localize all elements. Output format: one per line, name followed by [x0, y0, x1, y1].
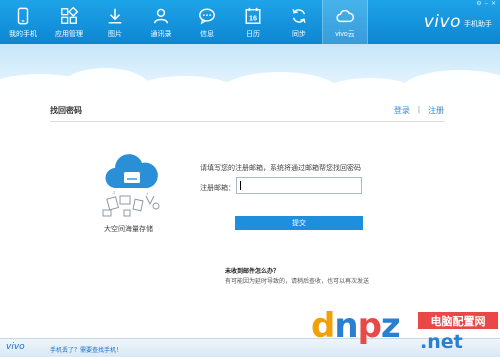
brand: vivo 手机助手: [424, 12, 492, 32]
tool-contacts[interactable]: 通讯录: [138, 0, 184, 44]
hint-title: 未收到邮件怎么办？: [225, 269, 280, 275]
register-link[interactable]: 注册: [428, 105, 444, 116]
calendar-icon: 16: [245, 7, 261, 24]
auth-links: 登录 | 注册: [394, 105, 444, 116]
tool-sync[interactable]: 同步: [276, 0, 322, 44]
tool-label: 图片: [108, 31, 122, 38]
watermark-z: z: [380, 306, 401, 346]
watermark-logo: dnpz: [311, 306, 401, 346]
tool-my-phone[interactable]: 我的手机: [0, 0, 46, 44]
tool-vivo-cloud[interactable]: vivo云: [322, 0, 368, 44]
calendar-day: 16: [249, 14, 257, 23]
watermark-d: d: [311, 306, 335, 346]
tool-app-manager[interactable]: 应用管理: [46, 0, 92, 44]
tool-label: vivo云: [335, 31, 355, 38]
apps-grid-icon: [61, 7, 78, 24]
tool-label: 通讯录: [150, 31, 172, 38]
download-icon: [108, 8, 122, 24]
svg-text:♪: ♪: [146, 191, 149, 197]
form-instruction: 请填写您的注册邮箱，系统将通过邮箱帮您找回密码: [200, 165, 361, 172]
find-phone-link[interactable]: 手机丢了？需要查找手机！: [50, 345, 122, 354]
cloud-banner: [0, 44, 500, 94]
watermark-badge: 电脑配置网: [418, 312, 498, 329]
sync-icon: [292, 9, 306, 23]
contact-icon: [153, 8, 169, 24]
email-field-label: 注册邮箱：: [200, 185, 235, 192]
tool-messages[interactable]: 信息: [184, 0, 230, 44]
tool-label: 应用管理: [55, 31, 83, 38]
top-toolbar: 我的手机 应用管理 图片 通讯录 信息 16 日历 同步 vivo云 ⚙ – ✕…: [0, 0, 500, 44]
login-link[interactable]: 登录: [394, 105, 410, 116]
message-icon: [199, 8, 215, 25]
close-icon[interactable]: ✕: [491, 1, 496, 7]
cloud-icon: [336, 9, 354, 23]
email-field[interactable]: [236, 177, 362, 194]
hint-text: 有可能因为延时导致的，请稍后查收，也可以再次发送: [225, 279, 370, 285]
tool-pictures[interactable]: 图片: [92, 0, 138, 44]
tool-label: 信息: [200, 31, 214, 38]
tool-calendar[interactable]: 16 日历: [230, 0, 276, 44]
submit-button[interactable]: 提交: [235, 216, 363, 230]
phone-icon: [17, 7, 29, 25]
watermark-p: p: [357, 306, 382, 346]
settings-icon[interactable]: ⚙: [476, 1, 481, 7]
footer-logo: vivo: [6, 342, 25, 352]
tool-label: 日历: [246, 31, 260, 38]
page-title: 找回密码: [50, 106, 82, 115]
minimize-icon[interactable]: –: [485, 1, 488, 7]
tool-label: 同步: [292, 31, 306, 38]
watermark-n: n: [334, 306, 358, 346]
link-separator: |: [417, 105, 420, 114]
text-caret: [240, 181, 241, 190]
brand-subtitle: 手机助手: [464, 21, 492, 28]
brand-logo: vivo: [423, 12, 461, 32]
window-controls: ⚙ – ✕: [476, 1, 496, 7]
tool-label: 我的手机: [9, 31, 37, 38]
cloud-storage-illustration: ♪ ♫: [102, 154, 160, 217]
svg-text:♫: ♫: [112, 190, 116, 196]
divider: [50, 121, 445, 122]
watermark-domain: .net: [420, 331, 463, 353]
illustration-caption: 大空间海量存储: [104, 226, 153, 233]
